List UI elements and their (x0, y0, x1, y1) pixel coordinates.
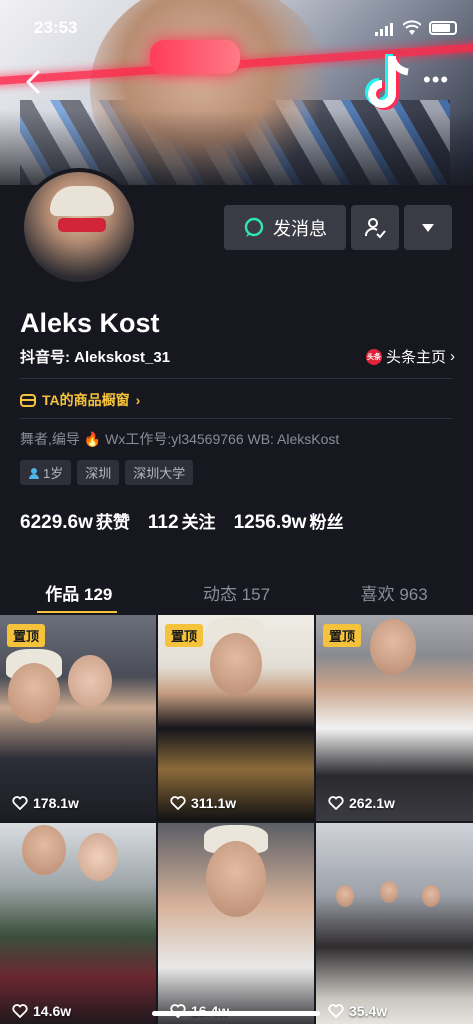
thumb-figure (22, 825, 66, 875)
battery-icon (429, 21, 457, 35)
stat-likes: 6229.6w 获赞 (20, 508, 130, 534)
video-thumbnail[interactable]: 16.4w (158, 823, 314, 1024)
pinned-badge: 置顶 (323, 624, 362, 647)
tag-school: 深圳大学 (125, 460, 194, 485)
avatar-hair (50, 186, 114, 216)
wifi-icon (403, 20, 421, 35)
like-count-value: 262.1w (349, 795, 395, 811)
tag-age: 1岁 (20, 460, 72, 485)
stat-value: 1256.9w (233, 512, 307, 533)
signal-icon (375, 23, 393, 36)
tab-activity[interactable]: 动态 157 (158, 572, 316, 612)
profile-tags: 1岁 深圳 深圳大学 (20, 460, 194, 485)
like-count-value: 178.1w (33, 795, 79, 811)
more-options-dropdown[interactable] (404, 205, 452, 250)
tag-label: 1岁 (43, 466, 64, 481)
banner-glasses (150, 40, 240, 74)
toutiao-icon: 头条 (365, 348, 382, 365)
pinned-badge: 置顶 (165, 624, 204, 647)
thumb-figure (380, 881, 398, 903)
follow-status-button[interactable] (351, 205, 399, 250)
avatar-glasses (58, 218, 106, 232)
back-arrow-icon[interactable] (18, 66, 50, 98)
stat-followers[interactable]: 1256.9w 粉丝 (234, 508, 344, 534)
thumb-figure (206, 841, 266, 917)
heart-icon (328, 1004, 344, 1018)
like-count: 311.1w (170, 795, 236, 811)
toutiao-homepage-link[interactable]: 头条 头条主页 › (365, 346, 455, 367)
like-count-value: 311.1w (191, 795, 237, 811)
stat-value: 112 (147, 512, 179, 533)
tag-label: 深圳 (85, 466, 112, 481)
chevron-right-icon: › (450, 348, 455, 365)
video-thumbnail[interactable]: 置顶 262.1w (316, 615, 473, 821)
like-count-value: 35.4w (349, 1003, 388, 1019)
thumb-figure (336, 885, 354, 907)
divider (20, 418, 453, 419)
stat-label: 粉丝 (309, 513, 344, 532)
video-thumbnail[interactable]: 置顶 178.1w (0, 615, 156, 821)
avatar[interactable] (20, 168, 138, 286)
profile-bio: 舞者,编导 🔥 Wx工作号:yl34569766 WB: AleksKost (20, 431, 340, 447)
chat-bubble-icon (244, 217, 264, 237)
douyin-id: 抖音号: Alekskost_31 (20, 349, 171, 366)
pinned-badge: 置顶 (7, 624, 46, 647)
heart-icon (170, 796, 186, 810)
like-count: 14.6w (12, 1003, 71, 1019)
like-count: 35.4w (328, 1003, 387, 1019)
status-time: 23:53 (34, 18, 78, 37)
video-thumbnail[interactable]: 14.6w (0, 823, 156, 1024)
profile-stats: 6229.6w 获赞 112 关注 1256.9w 粉丝 (20, 508, 343, 534)
tab-works[interactable]: 作品 129 (0, 572, 158, 612)
shop-icon (20, 394, 36, 407)
content-tabs: 作品 129 动态 157 喜欢 963 (0, 572, 473, 612)
shop-label: TA的商品橱窗 (42, 392, 130, 408)
like-count-value: 14.6w (33, 1003, 72, 1019)
more-dots-icon[interactable]: ••• (423, 69, 453, 92)
active-tab-indicator (37, 611, 117, 613)
heart-icon (12, 1004, 28, 1018)
user-check-icon (365, 217, 386, 238)
tab-likes[interactable]: 喜欢 963 (315, 572, 473, 612)
tag-city: 深圳 (77, 460, 120, 485)
toutiao-label: 头条主页 (385, 349, 446, 366)
profile-name: Aleks Kost (20, 308, 160, 338)
gender-male-icon (29, 467, 39, 479)
send-message-button[interactable]: 发消息 (224, 205, 346, 250)
video-thumbnail[interactable]: 置顶 311.1w (158, 615, 314, 821)
stat-label: 关注 (181, 513, 216, 532)
send-message-label: 发消息 (273, 218, 327, 239)
thumb-figure (370, 619, 416, 675)
thumb-figure (78, 833, 118, 881)
heart-icon (12, 796, 28, 810)
shop-window-link[interactable]: TA的商品橱窗 › (20, 390, 140, 410)
stat-label: 获赞 (95, 513, 130, 532)
video-thumbnail[interactable]: 35.4w (316, 823, 473, 1024)
divider (20, 378, 453, 379)
heart-icon (328, 796, 344, 810)
stat-value: 6229.6w (20, 512, 93, 533)
chevron-right-icon: › (135, 392, 141, 408)
tag-label: 深圳大学 (133, 466, 186, 481)
tiktok-logo-icon (365, 54, 409, 110)
thumb-figure (422, 885, 440, 907)
thumb-figure (8, 663, 60, 723)
triangle-down-icon (422, 223, 434, 232)
stat-following[interactable]: 112 关注 (148, 508, 216, 534)
thumb-figure (68, 655, 112, 707)
video-grid: 置顶 178.1w 置顶 311.1w 置顶 262.1w 14.6w 35.4… (0, 615, 473, 1024)
status-bar: 23:53 (0, 14, 473, 44)
like-count: 262.1w (328, 795, 395, 811)
like-count: 178.1w (12, 795, 79, 811)
home-indicator[interactable] (152, 1011, 320, 1016)
thumb-figure (210, 633, 262, 695)
